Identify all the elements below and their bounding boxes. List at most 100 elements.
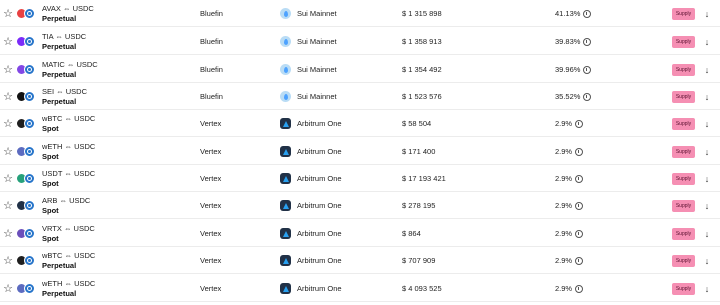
apy-value: 2.9% (555, 284, 573, 293)
supply-button[interactable]: Supply (672, 63, 695, 76)
apy-cell: 35.52% (555, 83, 592, 110)
pair-cell: wETH ⇔ USDC Perpetual (42, 275, 95, 302)
supply-button[interactable]: Supply (672, 90, 695, 103)
info-icon[interactable] (583, 37, 592, 46)
tvl-value: $ 707 909 (402, 256, 436, 265)
favorite-star-icon[interactable]: ☆ (2, 138, 14, 165)
favorite-star-icon[interactable]: ☆ (2, 247, 14, 274)
info-icon[interactable] (575, 119, 584, 128)
supply-button[interactable]: Supply (672, 35, 695, 48)
table-row[interactable]: ☆ SEI ⇔ USDC Perpetual Bluefin Sui Mainn… (0, 83, 720, 110)
supply-button[interactable]: Supply (672, 227, 695, 240)
supply-cell: Supply (672, 138, 695, 165)
info-icon[interactable] (575, 256, 584, 265)
info-icon[interactable] (575, 147, 584, 156)
supply-button[interactable]: Supply (672, 7, 695, 20)
tvl-value: $ 864 (402, 229, 421, 238)
expand-arrow-icon[interactable]: ↓ (700, 0, 714, 27)
expand-arrow-icon[interactable]: ↓ (700, 275, 714, 302)
expand-arrow-icon[interactable]: ↓ (700, 247, 714, 274)
expand-arrow-icon[interactable]: ↓ (700, 28, 714, 55)
expand-arrow-icon[interactable]: ↓ (700, 138, 714, 165)
table-row[interactable]: ☆ wETH ⇔ USDC Perpetual Vertex Arbitrum … (0, 275, 720, 302)
info-icon[interactable] (583, 9, 592, 18)
network-name: Arbitrum One (297, 174, 342, 183)
pair-icons (16, 28, 40, 55)
table-row[interactable]: ☆ TIA ⇔ USDC Perpetual Bluefin Sui Mainn… (0, 28, 720, 55)
supply-button[interactable]: Supply (672, 145, 695, 158)
supply-button[interactable]: Supply (672, 254, 695, 267)
supply-button[interactable]: Supply (672, 172, 695, 185)
table-row[interactable]: ☆ wBTC ⇔ USDC Spot Vertex Arbitrum One $… (0, 110, 720, 137)
info-icon[interactable] (575, 174, 584, 183)
provider-name: Vertex (200, 256, 222, 265)
network-name: Sui Mainnet (297, 9, 337, 18)
table-row[interactable]: ☆ wBTC ⇔ USDC Perpetual Vertex Arbitrum … (0, 247, 720, 274)
info-icon[interactable] (583, 65, 592, 74)
apy-cell: 39.83% (555, 28, 592, 55)
arbitrum-icon (280, 200, 291, 211)
expand-arrow-icon[interactable]: ↓ (700, 56, 714, 83)
provider-name: Vertex (200, 147, 222, 156)
favorite-star-icon[interactable]: ☆ (2, 28, 14, 55)
apy-value: 41.13% (555, 9, 581, 18)
favorite-star-icon[interactable]: ☆ (2, 192, 14, 219)
supply-button[interactable]: Supply (672, 117, 695, 130)
provider-name: Bluefin (200, 92, 223, 101)
table-row[interactable]: ☆ wETH ⇔ USDC Spot Vertex Arbitrum One $… (0, 138, 720, 165)
pair-icons (16, 110, 40, 137)
apy-value: 2.9% (555, 256, 573, 265)
favorite-star-icon[interactable]: ☆ (2, 275, 14, 302)
network-name: Arbitrum One (297, 201, 342, 210)
pair-name: wBTC ⇔ USDC (42, 250, 96, 260)
expand-arrow-icon[interactable]: ↓ (700, 83, 714, 110)
favorite-star-icon[interactable]: ☆ (2, 165, 14, 192)
pair-cell: MATIC ⇔ USDC Perpetual (42, 56, 98, 83)
tvl-value: $ 171 400 (402, 147, 436, 156)
apy-cell: 2.9% (555, 138, 584, 165)
pair-name: TIA ⇔ USDC (42, 31, 87, 41)
network-name: Arbitrum One (297, 284, 342, 293)
info-icon[interactable] (575, 201, 584, 210)
pair-icons (16, 83, 40, 110)
usdc-icon (24, 8, 35, 19)
network-cell: Arbitrum One (280, 165, 342, 192)
network-cell: Arbitrum One (280, 220, 342, 247)
market-type: Spot (42, 233, 59, 243)
table-row[interactable]: ☆ AVAX ⇔ USDC Perpetual Bluefin Sui Main… (0, 0, 720, 27)
info-icon[interactable] (575, 229, 584, 238)
favorite-star-icon[interactable]: ☆ (2, 110, 14, 137)
market-type: Perpetual (42, 41, 77, 51)
info-icon[interactable] (583, 92, 592, 101)
favorite-star-icon[interactable]: ☆ (2, 220, 14, 247)
network-name: Arbitrum One (297, 256, 342, 265)
expand-arrow-icon[interactable]: ↓ (700, 220, 714, 247)
info-icon[interactable] (575, 284, 584, 293)
expand-arrow-icon[interactable]: ↓ (700, 165, 714, 192)
supply-button[interactable]: Supply (672, 282, 695, 295)
pair-cell: TIA ⇔ USDC Perpetual (42, 28, 86, 55)
table-row[interactable]: ☆ MATIC ⇔ USDC Perpetual Bluefin Sui Mai… (0, 56, 720, 83)
table-row[interactable]: ☆ ARB ⇔ USDC Spot Vertex Arbitrum One $ … (0, 192, 720, 219)
apy-cell: 39.96% (555, 56, 592, 83)
expand-arrow-icon[interactable]: ↓ (700, 192, 714, 219)
network-cell: Arbitrum One (280, 192, 342, 219)
market-type: Spot (42, 151, 59, 161)
favorite-star-icon[interactable]: ☆ (2, 83, 14, 110)
favorite-star-icon[interactable]: ☆ (2, 56, 14, 83)
table-row[interactable]: ☆ USDT ⇔ USDC Spot Vertex Arbitrum One $… (0, 165, 720, 192)
market-type: Perpetual (42, 96, 77, 106)
apy-value: 39.83% (555, 37, 581, 46)
apy-cell: 2.9% (555, 220, 584, 247)
expand-arrow-icon[interactable]: ↓ (700, 110, 714, 137)
favorite-star-icon[interactable]: ☆ (2, 0, 14, 27)
pair-icons (16, 56, 40, 83)
table-row[interactable]: ☆ VRTX ⇔ USDC Spot Vertex Arbitrum One $… (0, 220, 720, 247)
supply-button[interactable]: Supply (672, 199, 695, 212)
arbitrum-icon (280, 255, 291, 266)
network-cell: Arbitrum One (280, 275, 342, 302)
provider-name: Bluefin (200, 37, 223, 46)
supply-cell: Supply (672, 28, 695, 55)
tvl-value: $ 58 504 (402, 119, 432, 128)
apy-cell: 2.9% (555, 192, 584, 219)
